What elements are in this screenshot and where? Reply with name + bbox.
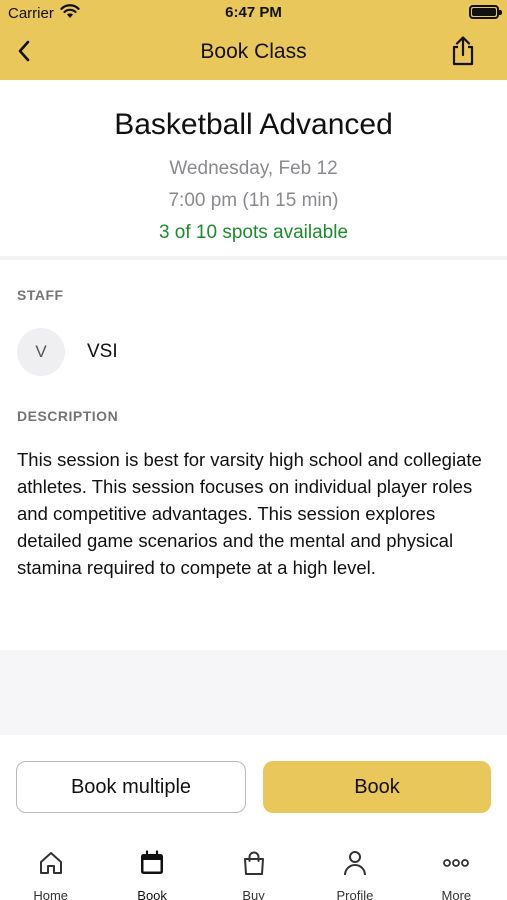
- calendar-icon: [138, 849, 166, 882]
- share-icon: [450, 35, 476, 71]
- tab-buy-label: Buy: [242, 888, 265, 900]
- tab-bar: Home Book Buy Profile More: [0, 835, 507, 900]
- more-icon: [442, 849, 470, 882]
- home-icon: [37, 849, 65, 882]
- avatar: V: [17, 328, 65, 376]
- top-bar: Carrier 6:47 PM Book Class: [0, 0, 507, 80]
- staff-row[interactable]: V VSI: [17, 328, 118, 376]
- description-section-label: DESCRIPTION: [17, 408, 119, 424]
- avatar-initial: V: [35, 342, 47, 361]
- action-bar: Book multiple Book: [0, 735, 507, 835]
- content-spacer: [0, 650, 507, 735]
- person-icon: [341, 849, 369, 882]
- book-button[interactable]: Book: [263, 761, 491, 813]
- tab-home[interactable]: Home: [0, 835, 101, 900]
- class-date: Wednesday, Feb 12: [169, 158, 338, 179]
- page-title: Book Class: [200, 40, 307, 63]
- tab-more-label: More: [441, 888, 472, 900]
- description-text: This session is best for varsity high sc…: [17, 449, 482, 578]
- battery-icon: [469, 5, 502, 19]
- staff-name: VSI: [87, 341, 118, 362]
- share-button[interactable]: [439, 26, 487, 80]
- tab-profile[interactable]: Profile: [304, 835, 405, 900]
- tab-buy[interactable]: Buy: [203, 835, 304, 900]
- tab-book[interactable]: Book: [101, 835, 202, 900]
- status-time: 6:47 PM: [225, 4, 282, 21]
- tab-home-label: Home: [33, 888, 69, 900]
- spots-available: 3 of 10 spots available: [158, 222, 349, 243]
- tab-profile-label: Profile: [336, 888, 374, 900]
- class-name: Basketball Advanced: [114, 108, 393, 141]
- book-multiple-button[interactable]: Book multiple: [16, 761, 246, 813]
- shopping-bag-icon: [240, 849, 268, 882]
- nav-bar: Book Class: [0, 26, 507, 80]
- staff-section-label: STAFF: [17, 287, 64, 303]
- tab-book-label: Book: [137, 888, 167, 900]
- class-header: Basketball Advanced Wednesday, Feb 12 7:…: [0, 80, 507, 260]
- tab-more[interactable]: More: [406, 835, 507, 900]
- class-time: 7:00 pm (1h 15 min): [168, 190, 339, 211]
- status-bar: Carrier 6:47 PM: [0, 0, 507, 26]
